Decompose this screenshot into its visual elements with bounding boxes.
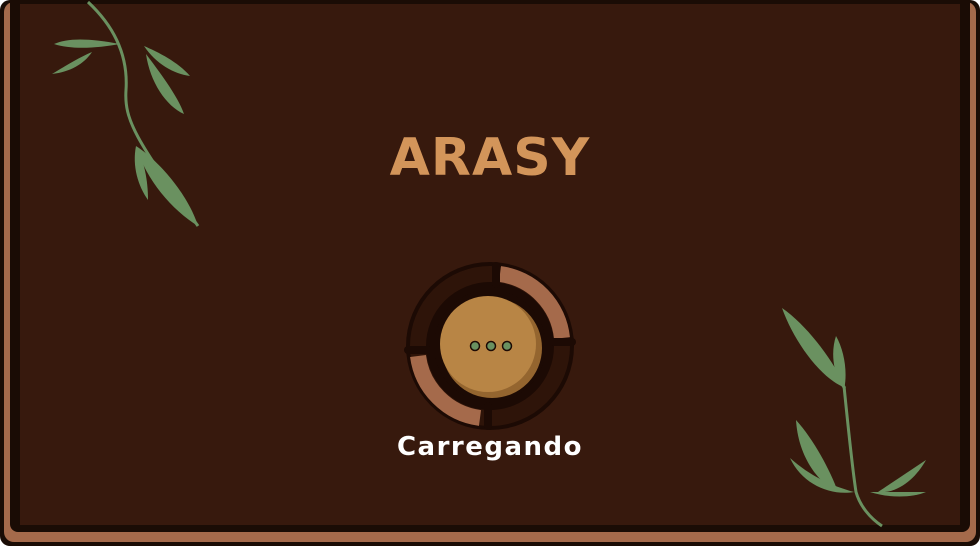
loading-spinner — [404, 262, 576, 430]
loading-dots-icon — [469, 340, 513, 352]
loading-status-text: Carregando — [396, 432, 584, 462]
leaf-vine-icon — [52, 0, 200, 227]
leaf-vine-icon — [782, 308, 926, 528]
app-title: ARASY — [389, 128, 591, 188]
